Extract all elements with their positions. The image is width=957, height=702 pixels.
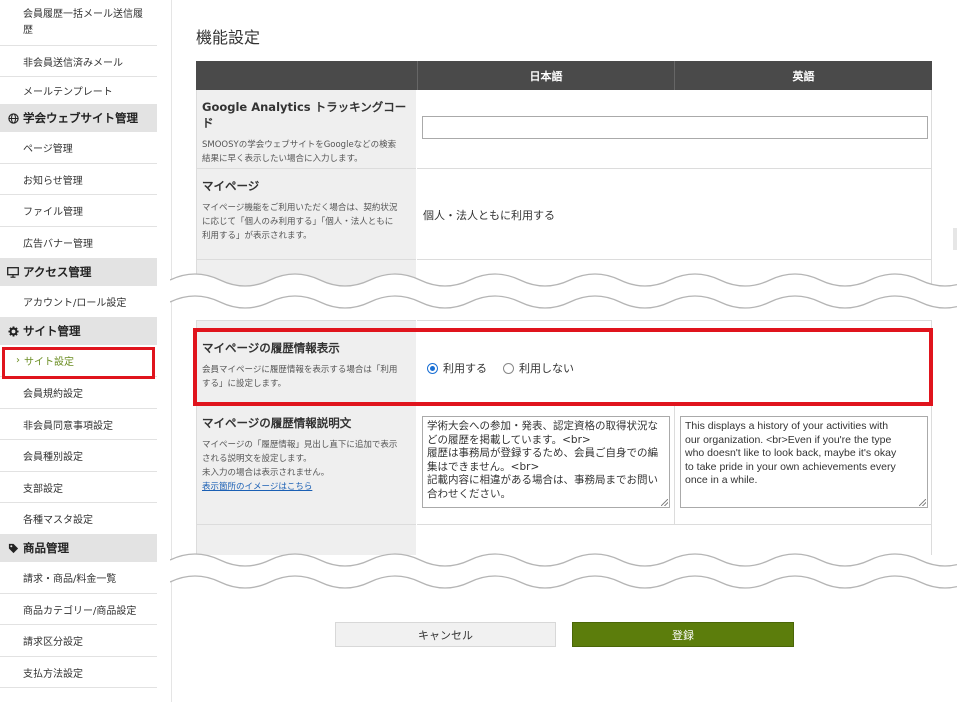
history-display-radio-group: 利用する 利用しない	[427, 360, 590, 376]
gear-icon	[6, 325, 20, 337]
content-cut-wave-top	[170, 273, 957, 309]
sidebar-section-website[interactable]: 学会ウェブサイト管理	[0, 104, 157, 132]
sidebar-item-label: ファイル管理	[23, 207, 83, 218]
sidebar-item-payment-method[interactable]: 支払方法設定	[0, 657, 157, 688]
sidebar: 会員履歴一括メール送信履 歴 非会員送信済みメール メールテンプレート 学会ウェ…	[0, 0, 157, 702]
resize-grip-icon[interactable]	[919, 499, 926, 506]
scroll-edge	[953, 228, 957, 250]
radio-use[interactable]	[427, 362, 438, 374]
sidebar-item-member-history-mail[interactable]: 会員履歴一括メール送信履 歴	[0, 0, 157, 46]
sidebar-item-label: 各種マスタ設定	[23, 515, 93, 526]
tag-icon	[6, 543, 20, 554]
mypage-value: 個人・法人ともに利用する	[423, 209, 555, 222]
sidebar-item-member-terms[interactable]: 会員規約設定	[0, 377, 157, 409]
sidebar-section-product[interactable]: 商品管理	[0, 534, 157, 562]
row-label-mypage: マイページ マイページ機能をご利用いただく場合は、契約状況 に応じて「個人のみ利…	[196, 169, 416, 260]
sidebar-item-member-type[interactable]: 会員種別設定	[0, 440, 157, 472]
radio-not-use[interactable]	[503, 362, 514, 374]
chevron-right-icon: ›	[16, 355, 20, 366]
row-desc: マイページの「履歴情報」見出し直下に追加で表示 される説明文を設定します。 未入…	[202, 440, 398, 492]
sidebar-item-label: メールテンプレート	[23, 87, 113, 98]
monitor-icon	[6, 266, 20, 278]
sidebar-item-label: 広告バナー管理	[23, 239, 93, 250]
sidebar-section-title: 学会ウェブサイト管理	[23, 111, 138, 125]
sidebar-item-account-role[interactable]: アカウント/ロール設定	[0, 286, 157, 317]
preview-image-link[interactable]: 表示箇所のイメージはこちら	[202, 482, 312, 492]
sidebar-item-label-cont: 歴	[23, 24, 33, 36]
sidebar-item-label: 商品カテゴリー/商品設定	[23, 605, 137, 617]
sidebar-item-nonmember-consent[interactable]: 非会員同意事項設定	[0, 409, 157, 440]
sidebar-section-site[interactable]: サイト管理	[0, 317, 157, 345]
sidebar-item-file[interactable]: ファイル管理	[0, 195, 157, 227]
page-title: 機能設定	[196, 28, 261, 47]
content-cut-wave-bottom	[170, 553, 957, 589]
sidebar-section-title: アクセス管理	[23, 265, 92, 279]
row-label-google-analytics: Google Analytics トラッキングコード SMOOSYの学会ウェブサ…	[196, 90, 416, 169]
row-desc: 会員マイページに履歴情報を表示する場合は「利用 する」に設定します。	[202, 365, 398, 389]
row-title: マイページの履歴情報説明文	[202, 416, 352, 430]
sidebar-item-label: 会員規約設定	[23, 389, 83, 400]
radio-not-use-label[interactable]: 利用しない	[519, 360, 574, 376]
sidebar-item-nonmember-sent-mail[interactable]: 非会員送信済みメール	[0, 46, 157, 77]
radio-use-label[interactable]: 利用する	[443, 360, 487, 376]
column-header-english: 英語	[674, 61, 932, 90]
sidebar-item-label: お知らせ管理	[23, 175, 83, 187]
sidebar-item-label: 請求・商品/料金一覧	[23, 574, 117, 585]
ga-tracking-code-input[interactable]	[422, 116, 928, 139]
sidebar-item-billing-list[interactable]: 請求・商品/料金一覧	[0, 562, 157, 594]
sidebar-item-label: 会員履歴一括メール送信履	[23, 8, 143, 20]
sidebar-item-news[interactable]: お知らせ管理	[0, 164, 157, 195]
row-label-history-display: マイページの履歴情報表示 会員マイページに履歴情報を表示する場合は「利用 する」…	[196, 320, 416, 406]
sidebar-item-site-settings[interactable]: › サイト設定	[0, 345, 157, 377]
sidebar-item-label: サイト設定	[24, 357, 74, 368]
row-desc: SMOOSYの学会ウェブサイトをGoogleなどの検索 結果に早く表示したい場合…	[202, 140, 397, 164]
row-title: マイページ	[202, 179, 260, 193]
column-header-japanese: 日本語	[417, 61, 674, 90]
submit-button[interactable]: 登録	[572, 622, 794, 647]
history-description-en-textarea[interactable]: This displays a history of your activiti…	[680, 416, 928, 508]
sidebar-item-label: 支払方法設定	[23, 668, 83, 680]
sidebar-item-label: 請求区分設定	[23, 637, 83, 648]
history-description-ja-textarea[interactable]: 学術大会への参加・発表、認定資格の取得状況な どの履歴を掲載しています。<br>…	[422, 416, 670, 508]
row-title: Google Analytics トラッキングコード	[202, 100, 407, 130]
sidebar-item-mail-template[interactable]: メールテンプレート	[0, 77, 157, 104]
sidebar-divider	[171, 0, 172, 702]
sidebar-item-label: 会員種別設定	[23, 452, 83, 463]
sidebar-item-banner[interactable]: 広告バナー管理	[0, 227, 157, 258]
row-title: マイページの履歴情報表示	[202, 341, 340, 355]
sidebar-item-label: アカウント/ロール設定	[23, 298, 127, 309]
sidebar-item-product-category[interactable]: 商品カテゴリー/商品設定	[0, 594, 157, 625]
cancel-button[interactable]: キャンセル	[335, 622, 556, 647]
sidebar-section-title: 商品管理	[23, 541, 69, 555]
sidebar-item-page[interactable]: ページ管理	[0, 132, 157, 164]
sidebar-item-master[interactable]: 各種マスタ設定	[0, 503, 157, 534]
sidebar-item-billing-class[interactable]: 請求区分設定	[0, 625, 157, 657]
sidebar-item-label: 支部設定	[23, 483, 63, 495]
sidebar-section-access[interactable]: アクセス管理	[0, 258, 157, 286]
row-desc: マイページ機能をご利用いただく場合は、契約状況 に応じて「個人のみ利用する」「個…	[202, 203, 398, 241]
sidebar-item-label: 非会員同意事項設定	[23, 420, 113, 432]
sidebar-section-title: サイト管理	[23, 324, 81, 338]
sidebar-item-label: ページ管理	[23, 144, 73, 155]
resize-grip-icon[interactable]	[661, 499, 668, 506]
globe-icon	[6, 112, 20, 124]
row-label-history-description: マイページの履歴情報説明文 マイページの「履歴情報」見出し直下に追加で表示 され…	[196, 406, 416, 525]
sidebar-item-label: 非会員送信済みメール	[23, 57, 123, 69]
sidebar-item-branch[interactable]: 支部設定	[0, 472, 157, 503]
column-divider	[674, 406, 675, 525]
table-header-label	[196, 61, 417, 90]
